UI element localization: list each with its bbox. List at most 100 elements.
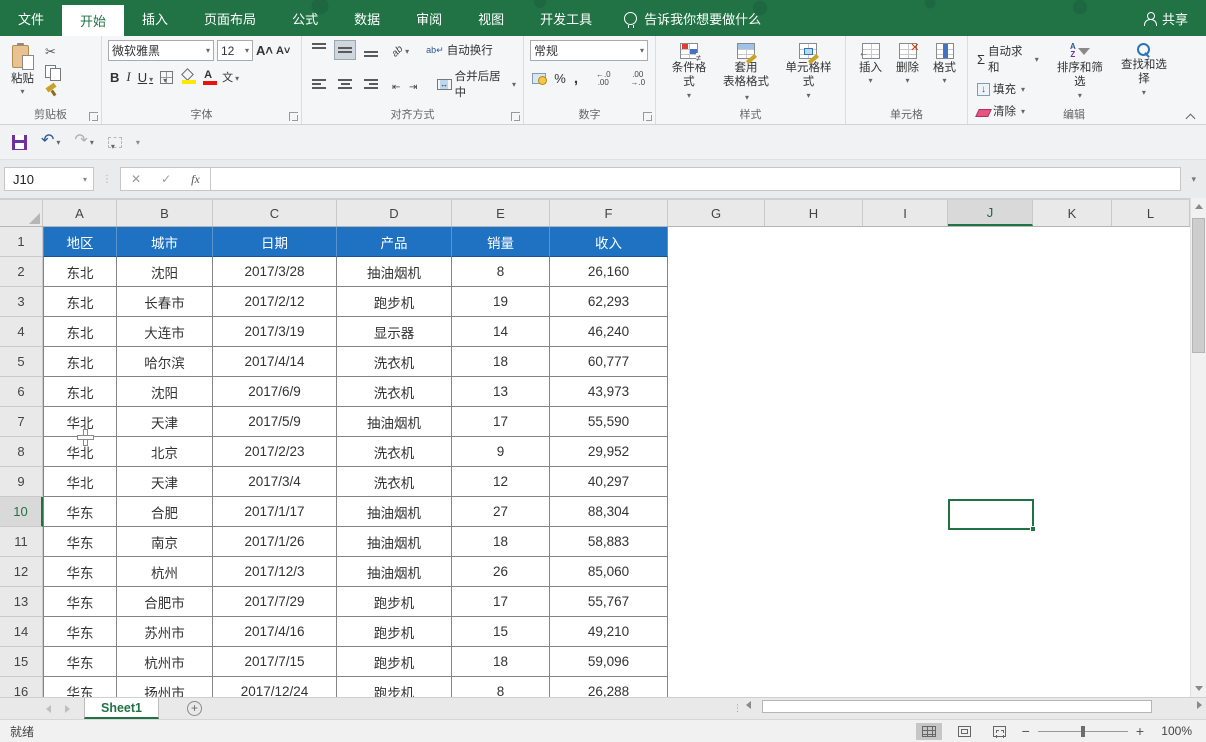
cell-D12[interactable]: 抽油烟机 <box>337 557 452 587</box>
column-header-L[interactable]: L <box>1112 200 1190 226</box>
ribbon-tab-开发工具[interactable]: 开发工具 <box>522 0 610 36</box>
normal-view-button[interactable] <box>916 723 942 740</box>
decrease-indent-button[interactable]: ⇤ <box>392 79 405 90</box>
cell-styles-button[interactable]: 单元格样式 ▾ <box>776 40 841 107</box>
cell-F10[interactable]: 88,304 <box>550 497 668 527</box>
cell-C16[interactable]: 2017/12/24 <box>213 677 337 697</box>
bold-button[interactable]: B <box>110 70 119 85</box>
cell-B5[interactable]: 哈尔滨 <box>117 347 213 377</box>
sheet-tab-sheet1[interactable]: Sheet1 <box>84 698 159 719</box>
row-header-11[interactable]: 11 <box>0 527 43 557</box>
align-center-button[interactable] <box>334 76 356 92</box>
column-header-C[interactable]: C <box>213 200 337 226</box>
wrap-text-button[interactable]: ab↵ 自动换行 <box>423 41 496 59</box>
cell-A3[interactable]: 东北 <box>43 287 117 317</box>
cell-E10[interactable]: 27 <box>452 497 550 527</box>
align-middle-button[interactable] <box>334 40 356 60</box>
cell-C1[interactable]: 日期 <box>213 227 337 257</box>
format-painter-button[interactable] <box>45 84 58 97</box>
cell-F3[interactable]: 62,293 <box>550 287 668 317</box>
orientation-button[interactable]: ab <box>392 43 409 57</box>
font-dialog-launcher[interactable] <box>289 112 298 121</box>
cell-F9[interactable]: 40,297 <box>550 467 668 497</box>
collapse-ribbon-button[interactable] <box>1186 113 1196 120</box>
zoom-slider-thumb[interactable] <box>1081 726 1085 737</box>
redo-button[interactable]: ↷ <box>74 134 93 150</box>
cell-D3[interactable]: 跑步机 <box>337 287 452 317</box>
cell-D4[interactable]: 显示器 <box>337 317 452 347</box>
ribbon-tab-页面布局[interactable]: 页面布局 <box>186 0 274 36</box>
ribbon-tab-审阅[interactable]: 审阅 <box>398 0 460 36</box>
cell-E7[interactable]: 17 <box>452 407 550 437</box>
ribbon-tab-文件[interactable]: 文件 <box>0 0 62 36</box>
cell-B11[interactable]: 南京 <box>117 527 213 557</box>
increase-decimal-button[interactable]: ←.0 .00 <box>590 71 616 87</box>
italic-button[interactable]: I <box>126 69 130 85</box>
column-header-B[interactable]: B <box>117 200 213 226</box>
fill-button[interactable]: ↓ 填充 <box>974 80 1042 98</box>
column-header-F[interactable]: F <box>550 200 668 226</box>
new-sheet-button[interactable]: + <box>187 701 202 716</box>
cell-E14[interactable]: 15 <box>452 617 550 647</box>
align-right-button[interactable] <box>360 76 382 92</box>
decrease-decimal-button[interactable]: .00 →.0 <box>625 71 651 87</box>
name-box[interactable]: J10 ▾ <box>4 167 94 191</box>
cell-E3[interactable]: 19 <box>452 287 550 317</box>
undo-button[interactable]: ↶ <box>41 134 60 150</box>
cell-D5[interactable]: 洗衣机 <box>337 347 452 377</box>
expand-formula-bar-button[interactable]: ▾ <box>1185 174 1202 185</box>
cell-F6[interactable]: 43,973 <box>550 377 668 407</box>
font-size-select[interactable]: 12▾ <box>217 40 253 61</box>
increase-font-size-button[interactable]: A˄ <box>256 43 273 58</box>
name-box-dropdown[interactable]: ▾ <box>83 175 93 184</box>
cell-C8[interactable]: 2017/2/23 <box>213 437 337 467</box>
insert-cells-button[interactable]: ← 插入 ▾ <box>854 40 887 88</box>
fill-color-button[interactable] <box>180 70 194 84</box>
cell-A12[interactable]: 华东 <box>43 557 117 587</box>
selected-cell-J10[interactable] <box>948 499 1034 530</box>
row-header-5[interactable]: 5 <box>0 347 43 377</box>
tell-me-box[interactable]: 告诉我你想要做什么 <box>624 0 761 36</box>
enter-button[interactable]: ✓ <box>151 172 181 186</box>
tab-scrollbar-splitter[interactable]: ⋮ <box>733 703 742 714</box>
row-header-10[interactable]: 10 <box>0 497 43 527</box>
accounting-format-button[interactable] <box>532 73 546 84</box>
cell-A1[interactable]: 地区 <box>43 227 117 257</box>
cell-F13[interactable]: 55,767 <box>550 587 668 617</box>
cell-E6[interactable]: 13 <box>452 377 550 407</box>
cell-E13[interactable]: 17 <box>452 587 550 617</box>
cell-D13[interactable]: 跑步机 <box>337 587 452 617</box>
cell-F12[interactable]: 85,060 <box>550 557 668 587</box>
cell-F16[interactable]: 26,288 <box>550 677 668 697</box>
column-header-E[interactable]: E <box>452 200 550 226</box>
save-button[interactable] <box>12 135 27 150</box>
font-name-select[interactable]: 微软雅黑▾ <box>108 40 214 61</box>
percent-style-button[interactable]: % <box>554 71 566 86</box>
cell-F1[interactable]: 收入 <box>550 227 668 257</box>
cell-C12[interactable]: 2017/12/3 <box>213 557 337 587</box>
increase-indent-button[interactable]: ⇥ <box>409 79 422 90</box>
cell-F5[interactable]: 60,777 <box>550 347 668 377</box>
cell-B7[interactable]: 天津 <box>117 407 213 437</box>
cell-D16[interactable]: 跑步机 <box>337 677 452 697</box>
cell-A4[interactable]: 东北 <box>43 317 117 347</box>
row-header-6[interactable]: 6 <box>0 377 43 407</box>
number-format-select[interactable]: 常规▾ <box>530 40 648 61</box>
row-header-7[interactable]: 7 <box>0 407 43 437</box>
ribbon-tab-视图[interactable]: 视图 <box>460 0 522 36</box>
row-header-8[interactable]: 8 <box>0 437 43 467</box>
ribbon-tab-数据[interactable]: 数据 <box>336 0 398 36</box>
previous-sheet-button[interactable] <box>46 705 51 713</box>
cell-A13[interactable]: 华东 <box>43 587 117 617</box>
phonetic-guide-button[interactable]: 文 <box>222 69 239 85</box>
cell-D9[interactable]: 洗衣机 <box>337 467 452 497</box>
scroll-left-button[interactable] <box>746 701 751 709</box>
conditional-formatting-button[interactable]: ≠ 条件格式 ▾ <box>662 40 716 107</box>
page-break-view-button[interactable] <box>987 723 1012 740</box>
cell-C10[interactable]: 2017/1/17 <box>213 497 337 527</box>
select-all-corner[interactable] <box>0 200 43 226</box>
clipboard-dialog-launcher[interactable] <box>89 112 98 121</box>
number-dialog-launcher[interactable] <box>643 112 652 121</box>
autosum-button[interactable]: Σ 自动求和 <box>974 42 1042 76</box>
cell-A10[interactable]: 华东 <box>43 497 117 527</box>
